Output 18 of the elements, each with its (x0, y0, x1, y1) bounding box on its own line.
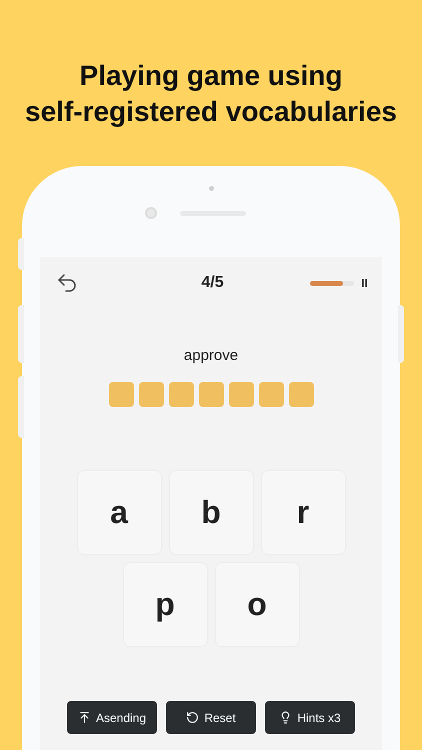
letter-tile[interactable]: b (170, 470, 252, 554)
action-button[interactable]: Asending (67, 701, 157, 734)
letter-tile[interactable]: r (262, 470, 344, 554)
phone-camera (145, 207, 157, 219)
action-button[interactable]: Reset (166, 701, 256, 734)
pause-icon[interactable] (362, 279, 367, 287)
letter-tile[interactable]: a (78, 470, 160, 554)
lightbulb-icon (279, 711, 292, 724)
letter-tile[interactable]: o (216, 562, 298, 646)
headline: self-registered vocabularies (25, 95, 397, 129)
reset-icon (186, 711, 200, 724)
letter-tile[interactable]: p (124, 562, 206, 646)
action-button[interactable]: Hints x3 (265, 701, 355, 734)
target-word: approve (184, 346, 238, 366)
question-counter: 4/5 (201, 273, 224, 293)
headline: Playing game using (80, 59, 342, 93)
arrow-up-bar-icon (78, 711, 91, 724)
phone-sensor (209, 186, 214, 191)
